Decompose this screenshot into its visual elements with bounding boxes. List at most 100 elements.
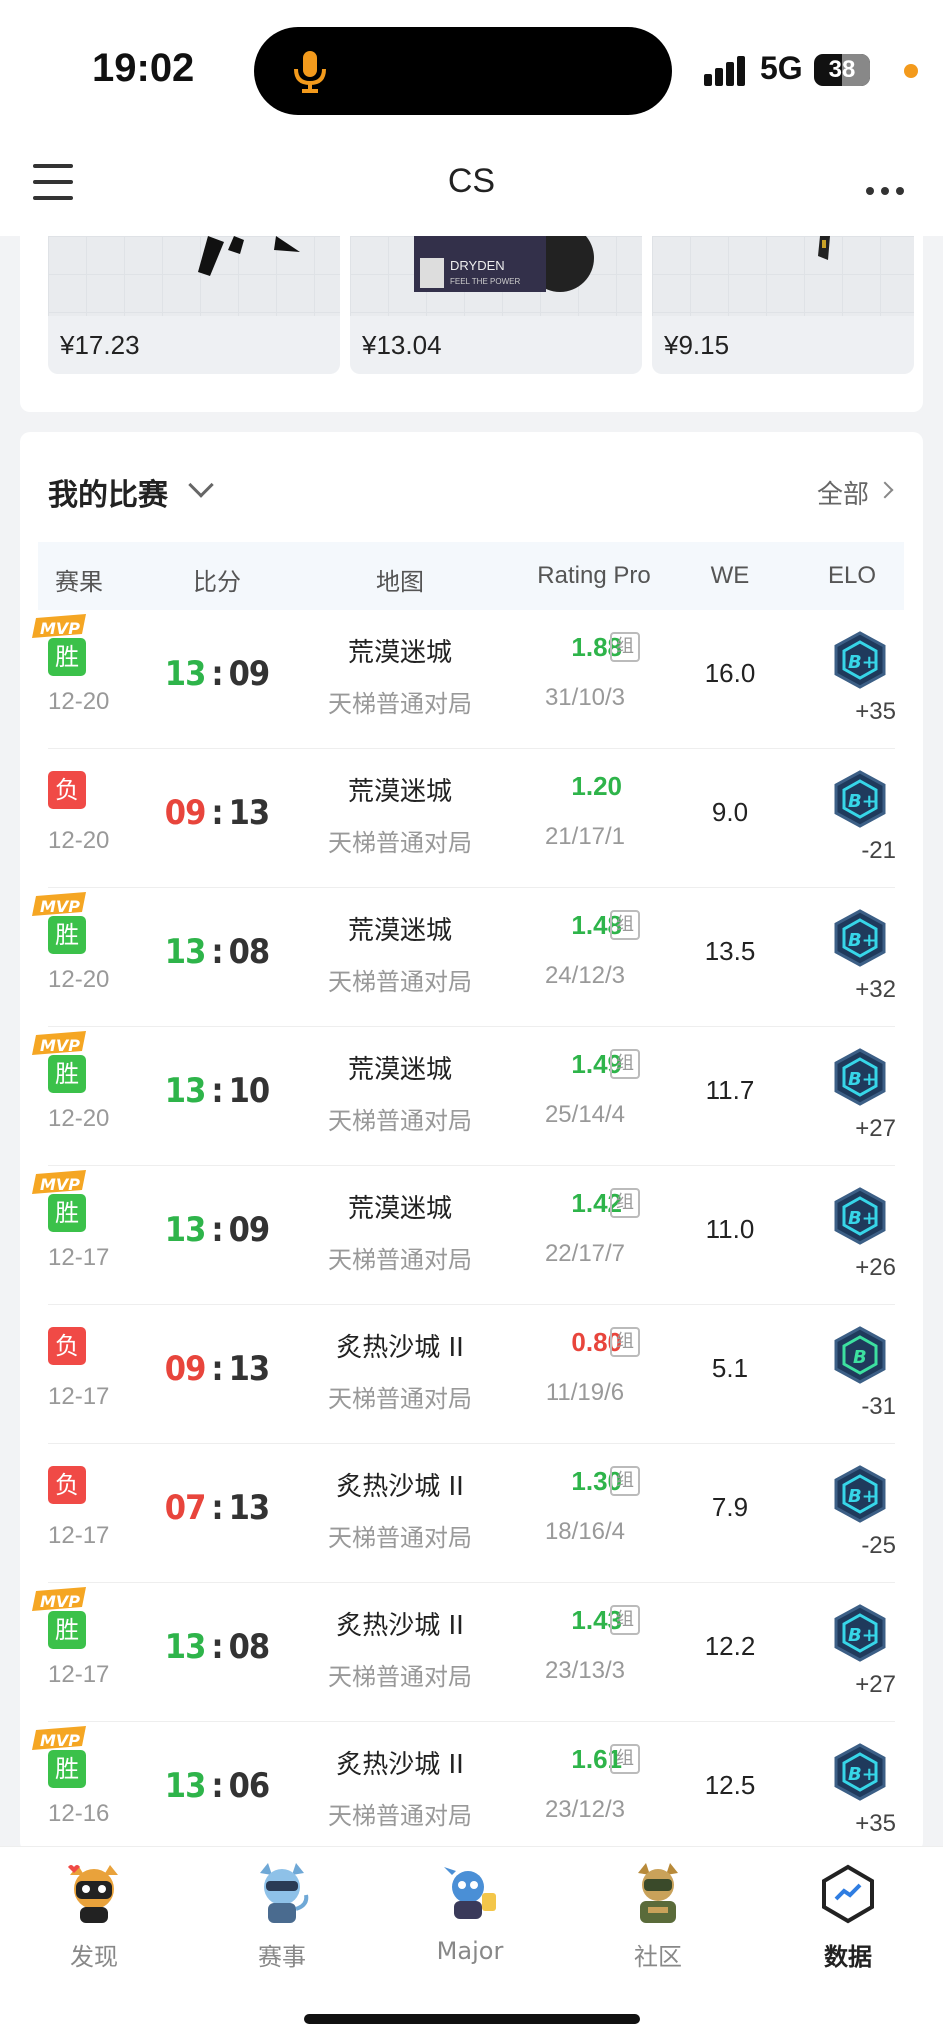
- chevron-down-icon[interactable]: [188, 472, 214, 498]
- result-badge: 负: [48, 1327, 86, 1365]
- team-score: 13: [164, 932, 207, 972]
- map-name: 荒漠迷城: [347, 1194, 452, 1224]
- item-price: ¥9.15: [664, 330, 730, 360]
- match-row[interactable]: MVP 胜 12-20 13:09 荒漠迷城 天梯普通对局 1.88 组 31/…: [20, 610, 923, 749]
- group-tag: 组: [610, 632, 640, 662]
- tab-community[interactable]: 社区: [598, 1861, 718, 1972]
- match-row[interactable]: MVP 胜 12-20 13:08 荒漠迷城 天梯普通对局 1.48 组 24/…: [20, 888, 923, 1027]
- status-time: 19:02: [92, 46, 195, 90]
- map-name: 荒漠迷城: [347, 1055, 452, 1085]
- tab-label: 社区: [634, 1943, 682, 1971]
- match-score: 09:13: [164, 793, 270, 833]
- match-row[interactable]: 负 12-17 09:13 炙热沙城 II 天梯普通对局 0.80 组 11/1…: [20, 1305, 923, 1444]
- team-score: 13: [164, 1071, 207, 1111]
- rating-pro: 1.61: [571, 1744, 622, 1774]
- elo-change: -25: [861, 1532, 896, 1559]
- elo-change: +32: [855, 976, 896, 1003]
- inventory-items-card: ¥17.23 DRYDEN FEEL THE POWER ¥13.04 ¥9.1…: [20, 236, 923, 412]
- tab-events[interactable]: 赛事: [222, 1861, 342, 1972]
- we-score: 11.7: [705, 1075, 755, 1105]
- tab-data[interactable]: 数据: [788, 1861, 908, 1972]
- nav-bar: CS: [0, 140, 943, 236]
- match-mode: 天梯普通对局: [328, 1802, 472, 1830]
- match-mode: 天梯普通对局: [328, 1246, 472, 1274]
- inventory-item[interactable]: DRYDEN FEEL THE POWER ¥13.04: [350, 236, 642, 374]
- network-type: 5G: [760, 50, 803, 86]
- inventory-item[interactable]: ¥9.15: [652, 236, 914, 374]
- result-badge: 胜: [48, 916, 86, 954]
- kda: 31/10/3: [544, 684, 626, 711]
- more-dots-icon[interactable]: [866, 180, 911, 199]
- match-row[interactable]: MVP 胜 12-16 13:06 炙热沙城 II 天梯普通对局 1.61 组 …: [20, 1722, 923, 1852]
- opponent-score: 08: [228, 932, 271, 972]
- match-date: 12-20: [48, 688, 110, 715]
- svg-text:MVP: MVP: [40, 619, 80, 638]
- group-tag: 组: [610, 1188, 640, 1218]
- opponent-score: 13: [228, 1488, 271, 1528]
- column-header-map: 地图: [376, 569, 424, 596]
- opponent-score: 06: [228, 1766, 271, 1806]
- elo-change: +27: [855, 1671, 896, 1698]
- result-badge: 胜: [48, 638, 86, 676]
- svg-text:MVP: MVP: [40, 1731, 80, 1750]
- rank-letter: B+: [848, 1486, 877, 1507]
- team-score: 09: [164, 1349, 207, 1389]
- battery-icon: 38: [814, 54, 870, 86]
- kda: 23/13/3: [544, 1657, 626, 1684]
- rank-letter: B+: [848, 1069, 877, 1090]
- result-badge: 胜: [48, 1194, 86, 1232]
- item-image: [48, 236, 340, 316]
- item-image: DRYDEN FEEL THE POWER: [350, 236, 642, 316]
- match-row[interactable]: MVP 胜 12-17 13:09 荒漠迷城 天梯普通对局 1.42 组 22/…: [20, 1166, 923, 1305]
- rank-letter: B+: [848, 652, 877, 673]
- match-mode: 天梯普通对局: [328, 1107, 472, 1135]
- elo-change: +26: [855, 1254, 896, 1281]
- svg-text:MVP: MVP: [40, 1175, 80, 1194]
- rating-pro: 1.43: [571, 1605, 622, 1635]
- svg-text:MVP: MVP: [40, 1036, 80, 1055]
- microphone-icon: [294, 51, 326, 93]
- opponent-score: 09: [228, 654, 271, 694]
- result-badge: 负: [48, 771, 86, 809]
- inventory-item[interactable]: ¥17.23: [48, 236, 340, 374]
- tab-major[interactable]: Major: [410, 1861, 530, 1965]
- map-name: 炙热沙城 II: [336, 1750, 464, 1780]
- opponent-score: 10: [228, 1071, 271, 1111]
- match-row[interactable]: MVP 胜 12-17 13:08 炙热沙城 II 天梯普通对局 1.43 组 …: [20, 1583, 923, 1722]
- my-matches-card: 我的比赛 全部 赛果 比分 地图 Rating Pro WE ELO MVP 胜…: [20, 432, 923, 1852]
- rank-badge-icon: B+: [834, 1187, 886, 1245]
- map-name: 炙热沙城 II: [336, 1611, 464, 1641]
- match-row[interactable]: 负 12-20 09:13 荒漠迷城 天梯普通对局 1.20 21/17/1 9…: [20, 749, 923, 888]
- match-date: 12-17: [48, 1383, 110, 1410]
- rank-letter: B+: [848, 1208, 877, 1229]
- chevron-right-icon[interactable]: [876, 481, 894, 499]
- team-score: 09: [164, 793, 207, 833]
- rank-badge-icon: B+: [834, 1465, 886, 1523]
- column-header-score: 比分: [193, 569, 241, 596]
- rank-badge-icon: B+: [834, 1048, 886, 1106]
- tab-discover[interactable]: 发现: [34, 1861, 154, 1972]
- svg-text:DRYDEN: DRYDEN: [450, 258, 505, 273]
- team-score: 13: [164, 1627, 207, 1667]
- rating-pro: 1.42: [571, 1188, 622, 1218]
- we-score: 11.0: [705, 1214, 755, 1244]
- svg-text:FEEL THE POWER: FEEL THE POWER: [450, 277, 520, 286]
- rank-badge-icon: B+: [834, 1604, 886, 1662]
- match-date: 12-17: [48, 1522, 110, 1549]
- team-score: 13: [164, 1766, 207, 1806]
- tab-label: 赛事: [258, 1943, 306, 1971]
- view-all-link[interactable]: 全部: [817, 474, 869, 511]
- we-score: 9.0: [711, 797, 749, 827]
- rank-badge-icon: B+: [834, 770, 886, 828]
- elo-change: -21: [861, 837, 896, 864]
- home-indicator: [304, 2014, 640, 2024]
- match-row[interactable]: MVP 胜 12-20 13:10 荒漠迷城 天梯普通对局 1.49 组 25/…: [20, 1027, 923, 1166]
- my-matches-title[interactable]: 我的比赛: [48, 470, 168, 514]
- rating-pro: 0.80: [571, 1327, 622, 1357]
- rating-pro: 1.49: [571, 1049, 622, 1079]
- tab-label: 发现: [70, 1943, 118, 1971]
- result-badge: 负: [48, 1466, 86, 1504]
- match-row[interactable]: 负 12-17 07:13 炙热沙城 II 天梯普通对局 1.30 组 18/1…: [20, 1444, 923, 1583]
- we-score: 5.1: [711, 1353, 749, 1383]
- rank-letter: B+: [848, 1625, 877, 1646]
